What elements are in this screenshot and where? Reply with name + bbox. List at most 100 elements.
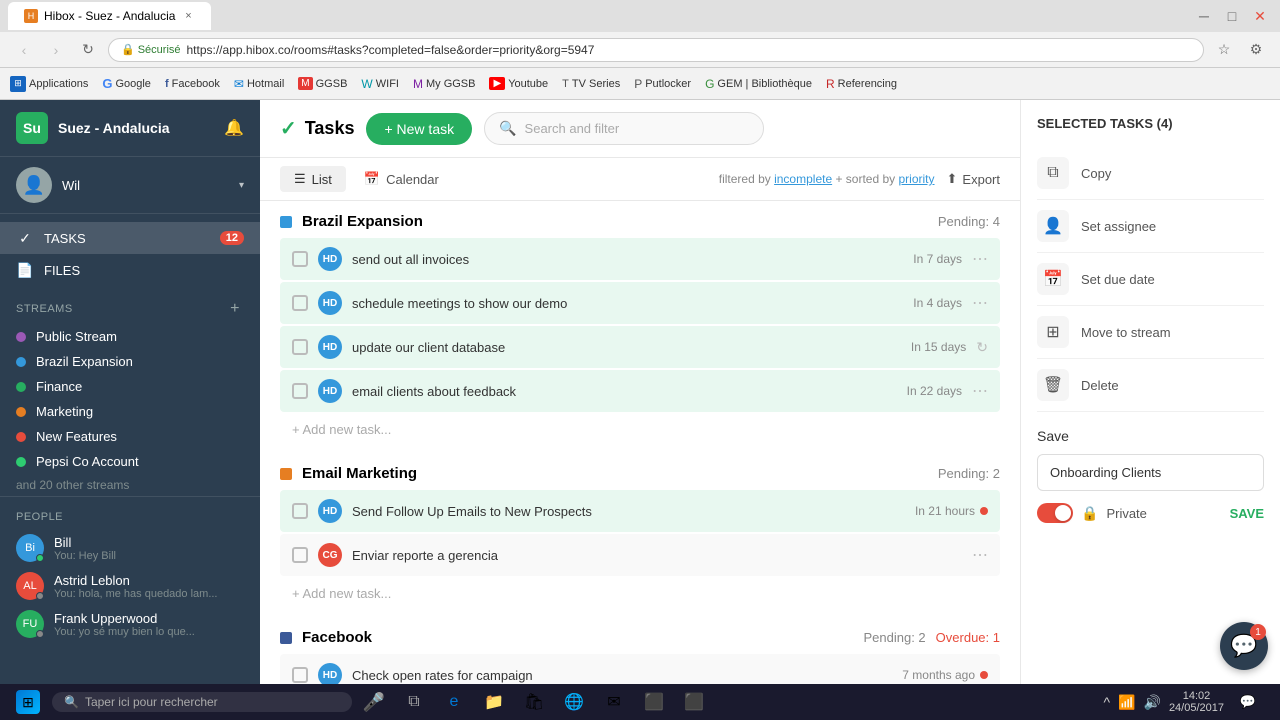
chat-badge: 1 — [1250, 624, 1266, 640]
stream-item-newfeatures[interactable]: New Features — [0, 424, 260, 449]
bookmark-wifi[interactable]: W WIFI — [355, 75, 405, 93]
taskbar-app-cortana[interactable]: 🎤 — [356, 684, 392, 720]
save-button[interactable]: SAVE — [1230, 506, 1264, 521]
taskbar-app-taskview[interactable]: ⧉ — [396, 684, 432, 720]
task-row[interactable]: HD Check open rates for campaign 7 month… — [280, 654, 1000, 684]
bookmark-google[interactable]: G Google — [96, 74, 157, 93]
add-stream-btn[interactable]: + — [226, 300, 244, 318]
person-astrid[interactable]: AL Astrid Leblon You: hola, me has queda… — [0, 567, 260, 605]
task-checkbox[interactable] — [292, 547, 308, 563]
page-title: ✓ Tasks — [280, 116, 354, 141]
add-task-link-brazil[interactable]: + Add new task... — [280, 414, 1000, 445]
task-checkbox[interactable] — [292, 667, 308, 683]
people-section: PEOPLE Bi Bill You: Hey Bill AL — [0, 496, 260, 651]
start-button[interactable]: ⊞ — [8, 684, 48, 720]
bookmark-gem[interactable]: G GEM | Bibliothèque — [699, 75, 818, 93]
task-checkbox[interactable] — [292, 251, 308, 267]
task-row[interactable]: HD send out all invoices In 7 days ⋯ — [280, 238, 1000, 280]
bookmark-youtube[interactable]: ▶ Youtube — [483, 75, 554, 92]
bookmark-putlocker[interactable]: P Putlocker — [628, 75, 697, 93]
task-refresh-icon[interactable]: ↻ — [976, 339, 988, 356]
stream-item-public[interactable]: Public Stream — [0, 324, 260, 349]
person-avatar-frank: FU — [16, 610, 44, 638]
task-row[interactable]: HD email clients about feedback In 22 da… — [280, 370, 1000, 412]
network-icon[interactable]: 📶 — [1118, 694, 1135, 711]
tab-list[interactable]: ☰ List — [280, 166, 346, 192]
stream-item-marketing[interactable]: Marketing — [0, 399, 260, 424]
panel-action-duedate[interactable]: 📅 Set due date — [1037, 253, 1264, 306]
task-row[interactable]: HD Send Follow Up Emails to New Prospect… — [280, 490, 1000, 532]
task-row[interactable]: HD schedule meetings to show our demo In… — [280, 282, 1000, 324]
filter-incomplete-link[interactable]: incomplete — [774, 172, 832, 186]
task-due: In 15 days — [911, 340, 966, 354]
stream-item-brazil[interactable]: Brazil Expansion — [0, 349, 260, 374]
stream-group-brazil: Brazil Expansion Pending: 4 HD send out … — [280, 201, 1000, 445]
stream-item-finance[interactable]: Finance — [0, 374, 260, 399]
tray-expand-icon[interactable]: ^ — [1103, 694, 1110, 710]
forward-btn[interactable]: › — [44, 38, 68, 62]
minimize-btn[interactable]: ─ — [1192, 4, 1216, 28]
volume-icon[interactable]: 🔊 — [1144, 694, 1161, 711]
task-more-icon[interactable]: ⋯ — [972, 293, 988, 313]
new-task-button[interactable]: + New task — [366, 113, 472, 145]
task-row[interactable]: CG Enviar reporte a gerencia ⋯ — [280, 534, 1000, 576]
task-checkbox[interactable] — [292, 339, 308, 355]
taskbar-app-explorer[interactable]: 📁 — [476, 684, 512, 720]
panel-action-copy[interactable]: ⧉ Copy — [1037, 147, 1264, 200]
bookmark-myggsb[interactable]: M My GGSB — [407, 75, 482, 93]
sidebar-item-tasks[interactable]: ✓ TASKS 12 — [0, 222, 260, 254]
maximize-btn[interactable]: □ — [1220, 4, 1244, 28]
taskbar-app-mail[interactable]: ✉ — [596, 684, 632, 720]
bookmark-ggsb[interactable]: M GGSB — [292, 75, 353, 92]
bookmark-hotmail[interactable]: ✉ Hotmail — [228, 75, 290, 93]
save-name-input[interactable] — [1037, 454, 1264, 491]
chat-bubble[interactable]: 💬 1 — [1220, 622, 1268, 670]
stream-item-pepsi[interactable]: Pepsi Co Account — [0, 449, 260, 474]
tab-close-btn[interactable]: × — [181, 9, 195, 23]
bookmark-applications[interactable]: ⊞ Applications — [4, 74, 94, 94]
taskbar-app-app1[interactable]: ⬛ — [636, 684, 672, 720]
user-section[interactable]: 👤 Wil ▾ — [0, 157, 260, 214]
task-row[interactable]: HD update our client database In 15 days… — [280, 326, 1000, 368]
address-bar[interactable]: 🔒 Sécurisé https://app.hibox.co/rooms#ta… — [108, 38, 1204, 62]
panel-action-movestream[interactable]: ⊞ Move to stream — [1037, 306, 1264, 359]
filter-priority-link[interactable]: priority — [899, 172, 935, 186]
task-more-icon[interactable]: ⋯ — [972, 545, 988, 565]
panel-action-delete[interactable]: 🗑 Delete — [1037, 359, 1264, 412]
refresh-btn[interactable]: ↻ — [76, 38, 100, 62]
bookmark-tvseries[interactable]: T TV Series — [556, 76, 626, 92]
task-checkbox[interactable] — [292, 295, 308, 311]
task-checkbox[interactable] — [292, 503, 308, 519]
export-button[interactable]: ⬆ Export — [947, 171, 1000, 187]
task-checkbox[interactable] — [292, 383, 308, 399]
sidebar-item-files[interactable]: 📄 FILES — [0, 254, 260, 286]
taskbar-app-edge[interactable]: e — [436, 684, 472, 720]
add-task-link-email[interactable]: + Add new task... — [280, 578, 1000, 609]
task-more-icon[interactable]: ⋯ — [972, 249, 988, 269]
back-btn[interactable]: ‹ — [12, 38, 36, 62]
panel-header: SELECTED TASKS (4) — [1037, 116, 1264, 131]
taskbar-search[interactable]: 🔍 Taper ici pour rechercher — [52, 692, 352, 712]
extensions-btn[interactable]: ⚙ — [1244, 38, 1268, 62]
notifications-icon[interactable]: 🔔 — [224, 118, 244, 138]
bookmark-facebook[interactable]: f Facebook — [159, 76, 226, 92]
more-streams-link[interactable]: and 20 other streams — [0, 474, 260, 496]
task-more-icon[interactable]: ⋯ — [972, 381, 988, 401]
browser-tab[interactable]: H Hibox - Suez - Andalucia × — [8, 2, 211, 30]
person-frank[interactable]: FU Frank Upperwood You: yo sé muy bien l… — [0, 605, 260, 643]
taskbar-app-store[interactable]: 🛍 — [516, 684, 552, 720]
task-title: Enviar reporte a gerencia — [352, 548, 962, 563]
system-clock[interactable]: 14:02 24/05/2017 — [1169, 690, 1224, 714]
tab-calendar[interactable]: 📅 Calendar — [350, 166, 453, 192]
person-bill[interactable]: Bi Bill You: Hey Bill — [0, 529, 260, 567]
taskbar-app-chrome[interactable]: 🌐 — [556, 684, 592, 720]
panel-action-assignee[interactable]: 👤 Set assignee — [1037, 200, 1264, 253]
private-toggle[interactable] — [1037, 503, 1073, 523]
bookmark-referencing[interactable]: R Referencing — [820, 75, 903, 93]
stream-label-newfeatures: New Features — [36, 429, 117, 444]
taskbar-app-app2[interactable]: ⬛ — [676, 684, 712, 720]
bookmark-btn[interactable]: ☆ — [1212, 38, 1236, 62]
search-bar[interactable]: 🔍 Search and filter — [484, 112, 764, 145]
close-btn[interactable]: ✕ — [1248, 4, 1272, 28]
action-center-btn[interactable]: 💬 — [1232, 686, 1264, 718]
